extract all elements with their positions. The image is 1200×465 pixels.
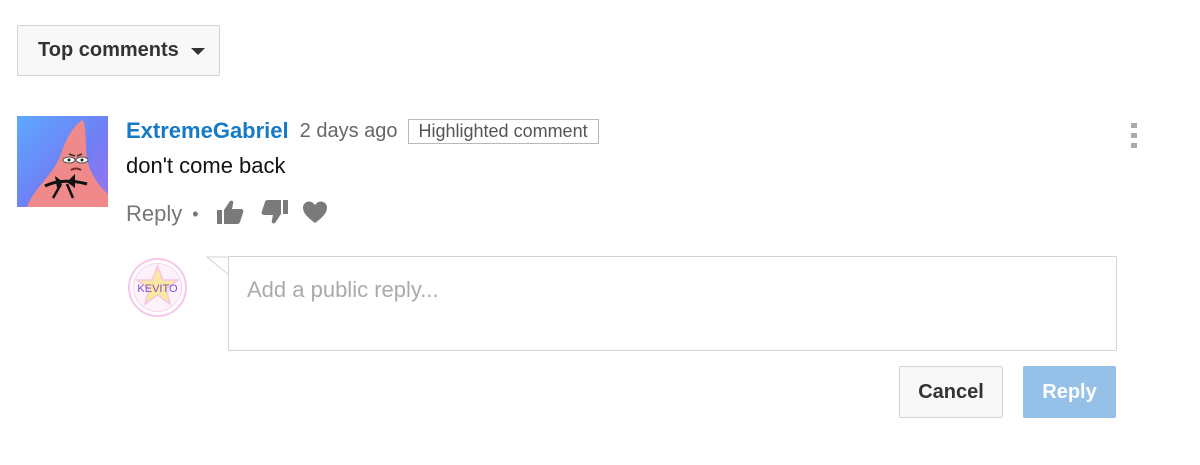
comment-menu-button[interactable]	[1124, 120, 1144, 152]
separator-dot: •	[192, 203, 199, 224]
reply-input[interactable]	[228, 256, 1117, 351]
current-user-avatar: KEVITO	[128, 258, 187, 317]
kevito-avatar-image: KEVITO	[128, 258, 187, 317]
sort-label: Top comments	[38, 39, 179, 61]
comment-author-avatar[interactable]	[17, 116, 108, 207]
comment-text: don't come back	[126, 153, 286, 178]
comment-author-name[interactable]: ExtremeGabriel	[126, 118, 289, 144]
comment-actions: Reply •	[126, 198, 329, 230]
reply-box	[206, 256, 1117, 351]
heart-button[interactable]	[301, 199, 329, 230]
thumbs-down-icon	[261, 199, 288, 223]
like-button[interactable]	[216, 199, 244, 230]
patrick-avatar-image	[17, 116, 108, 207]
sort-comments-button[interactable]: Top comments	[17, 25, 220, 76]
highlighted-comment-badge: Highlighted comment	[407, 118, 599, 144]
comment-header: ExtremeGabriel 2 days ago Highlighted co…	[126, 117, 599, 145]
heart-icon	[302, 201, 327, 223]
comment-timestamp[interactable]: 2 days ago	[300, 120, 398, 143]
thumbs-up-icon	[216, 200, 243, 224]
avatar-lettering: KEVITO	[137, 283, 178, 295]
cancel-button[interactable]: Cancel	[899, 366, 1003, 418]
more-vertical-icon	[1131, 123, 1137, 148]
dislike-button[interactable]	[261, 199, 289, 230]
speech-pointer	[206, 256, 230, 276]
reply-submit-button[interactable]: Reply	[1023, 366, 1116, 418]
reply-link[interactable]: Reply	[126, 201, 182, 227]
caret-down-icon	[190, 48, 205, 55]
